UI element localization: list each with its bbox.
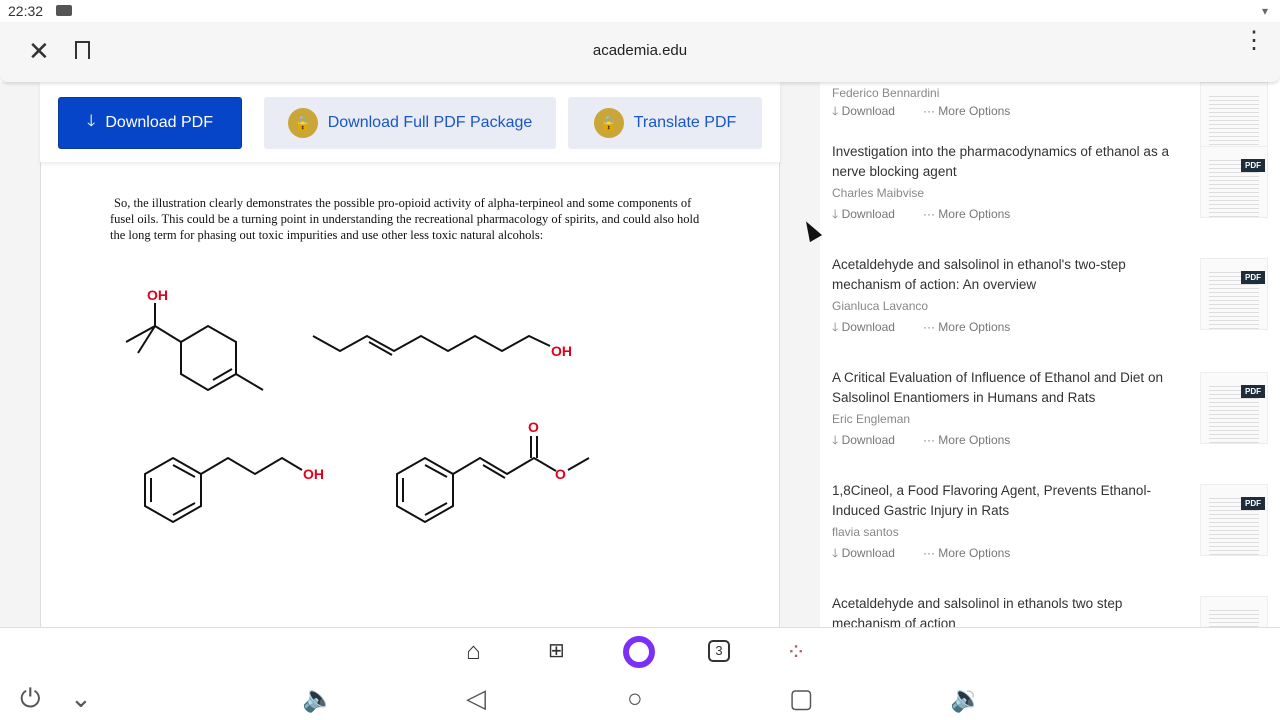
alpha-terpineol-structure [125, 303, 264, 392]
octenol-structure [312, 334, 551, 356]
profile-icon[interactable]: ⁘ [786, 638, 806, 667]
apps-grid-icon[interactable]: ⊞ [548, 638, 565, 663]
paper-thumbnail[interactable]: PDF [1200, 146, 1268, 218]
tabs-counter-icon[interactable]: 3 [708, 640, 730, 662]
more-options-link[interactable]: ··· More Options [923, 320, 1024, 334]
phenylethanol-structure [144, 456, 303, 524]
document-pane: 🡓 Download PDF 🔒 Download Full PDF Package… [0, 82, 820, 627]
paper-title[interactable]: Investigation into the pharmacodynamics … [832, 142, 1182, 182]
home-nav-icon[interactable]: ○ [627, 683, 643, 714]
paper-thumbnail[interactable]: PDF [1200, 372, 1268, 444]
volume-up-icon[interactable]: 🔉 [950, 683, 982, 714]
paper-title[interactable]: Acetaldehyde and salsolinol in ethanols … [832, 594, 1182, 627]
pdf-badge: PDF [1241, 271, 1265, 284]
download-link[interactable]: 🡓 Download [832, 546, 909, 560]
more-options-link[interactable]: ··· More Options [923, 546, 1024, 560]
pdf-badge: PDF [1241, 497, 1265, 510]
collapse-icon[interactable]: ⌄ [70, 683, 92, 714]
alice-assistant-icon[interactable] [623, 636, 655, 668]
o-label: O [528, 419, 539, 435]
o-label: O [555, 466, 566, 482]
home-icon[interactable]: ⌂ [466, 638, 481, 666]
paper-title[interactable]: Acetaldehyde and salsolinol in ethanol's… [832, 255, 1182, 295]
pdf-badge: PDF [1241, 385, 1265, 398]
paper-thumbnail[interactable]: PDF [1200, 484, 1268, 556]
pdf-badge: PDF [1241, 159, 1265, 172]
more-options-link[interactable]: ··· More Options [923, 433, 1024, 447]
download-link[interactable]: 🡓 Download [832, 104, 909, 118]
recents-icon[interactable]: ▢ [789, 683, 814, 714]
bottom-dock: ⌂ ⊞ 3 ⁘ ⏻ ⌄ 🔈 ◁ ○ ▢ 🔉 [0, 627, 1280, 720]
oh-label: OH [551, 343, 572, 359]
paper-title[interactable]: A Critical Evaluation of Influence of Et… [832, 368, 1182, 408]
download-link[interactable]: 🡓 Download [832, 433, 909, 447]
volume-down-icon[interactable]: 🔈 [302, 683, 334, 714]
power-icon[interactable]: ⏻ [20, 683, 41, 715]
back-icon[interactable]: ◁ [466, 683, 486, 714]
download-link[interactable]: 🡓 Download [832, 207, 909, 221]
related-papers-list: Federico Bennardini 🡓 Download ··· More O… [820, 82, 1280, 627]
download-link[interactable]: 🡓 Download [832, 320, 909, 334]
camera-icon [56, 5, 72, 16]
clock: 22:32 [8, 3, 44, 19]
more-options-link[interactable]: ··· More Options [923, 207, 1024, 221]
browser-toolbar: ✕ academia.edu ⋮ [0, 22, 1280, 82]
chemical-structures: OH OH OH O O [125, 287, 590, 524]
oh-label: OH [147, 287, 168, 303]
more-vert-icon[interactable]: ⋮ [1242, 29, 1266, 53]
wifi-icon: ▾ [1261, 4, 1268, 18]
paper-thumbnail[interactable]: PDF [1200, 258, 1268, 330]
paper-thumbnail[interactable] [1200, 596, 1268, 627]
oh-label: OH [303, 466, 324, 482]
more-options-link[interactable]: ··· More Options [923, 104, 1024, 118]
paper-title[interactable]: 1,8Cineol, a Food Flavoring Agent, Preve… [832, 481, 1182, 521]
url-display[interactable]: academia.edu [0, 42, 1280, 59]
status-bar: 22:32 ▾ [0, 0, 1280, 22]
